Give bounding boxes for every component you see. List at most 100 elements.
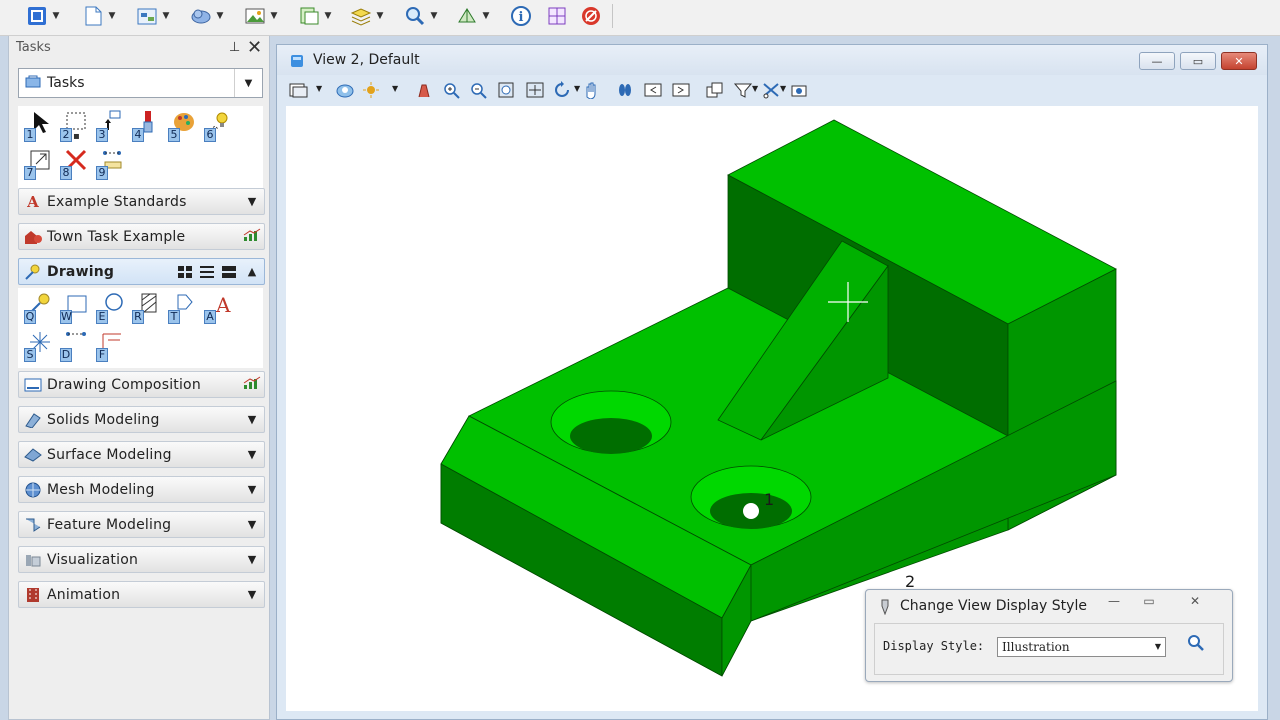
file-button[interactable]: ▼ [80, 2, 118, 30]
display-style-button[interactable] [334, 79, 356, 101]
chevron-down-icon[interactable]: ▼ [1155, 638, 1161, 656]
dialog-minimize-button[interactable]: — [1101, 594, 1127, 612]
window-area-button[interactable] [496, 79, 518, 101]
place-line-tool[interactable]: W [58, 290, 92, 324]
rotate-view-button[interactable] [552, 79, 574, 101]
fillet-tool[interactable]: F [94, 328, 128, 362]
chevron-down-icon[interactable]: ▼ [160, 11, 172, 21]
references-button[interactable]: ▼ [296, 2, 334, 30]
chevron-down-icon[interactable]: ▼ [428, 11, 440, 21]
shortcut-key: R [132, 310, 144, 324]
chevron-down-icon[interactable]: ▼ [316, 84, 322, 93]
pan-view-button[interactable] [580, 79, 602, 101]
detail-view-icon[interactable] [218, 265, 240, 279]
dialog-close-button[interactable]: ✕ [1182, 594, 1208, 612]
cancel-button[interactable] [578, 2, 604, 30]
scale-tool[interactable]: 7 [22, 146, 56, 180]
dimension-tool[interactable]: D [58, 328, 92, 362]
tasks-dropdown[interactable]: Tasks ▼ [18, 68, 263, 98]
clip-volume-button[interactable] [760, 79, 782, 101]
analyze-tool[interactable]: 6 [202, 108, 236, 142]
grid-button[interactable] [544, 2, 570, 30]
measure-tool[interactable]: 9 [94, 146, 128, 180]
manipulate-tool[interactable]: 3 [94, 108, 128, 142]
patterning-tool[interactable]: R [130, 290, 164, 324]
view-title-bar[interactable]: View 2, Default — ▭ ✕ [277, 45, 1267, 75]
task-row-drawing[interactable]: Drawing ▲ [18, 258, 265, 285]
walk-button[interactable] [614, 79, 636, 101]
task-row-town-task-example[interactable]: Town Task Example [18, 223, 265, 250]
place-circle-tool[interactable]: E [94, 290, 128, 324]
flyout-chart-icon[interactable] [240, 228, 264, 245]
previous-view-button[interactable] [642, 79, 664, 101]
chevron-down-icon[interactable]: ▼ [240, 518, 264, 531]
cell-tool[interactable]: T [166, 290, 200, 324]
chevron-down-icon[interactable]: ▼ [780, 84, 786, 93]
search-icon[interactable] [1187, 634, 1205, 656]
chevron-down-icon[interactable]: ▼ [240, 195, 264, 208]
models-button[interactable]: ▼ [134, 2, 172, 30]
dialog-maximize-button[interactable]: ▭ [1136, 594, 1162, 612]
task-row-visualization[interactable]: Visualization ▼ [18, 546, 265, 573]
info-button[interactable]: i [508, 2, 534, 30]
chevron-down-icon[interactable]: ▼ [240, 588, 264, 601]
chevron-down-icon[interactable]: ▼ [240, 448, 264, 461]
cloud-button[interactable]: ▼ [188, 2, 226, 30]
display-button[interactable]: ▼ [454, 2, 492, 30]
view-display-button[interactable] [732, 79, 754, 101]
chevron-down-icon[interactable]: ▼ [50, 11, 62, 21]
text-tool[interactable]: A A [202, 290, 236, 324]
lighting-button[interactable] [360, 79, 382, 101]
icon-view-icon[interactable] [174, 265, 196, 279]
chevron-down-icon[interactable]: ▼ [752, 84, 758, 93]
chevron-down-icon[interactable]: ▼ [234, 69, 262, 97]
levels-button[interactable]: ▼ [348, 2, 386, 30]
palette-tool[interactable]: 5 [166, 108, 200, 142]
copy-view-button[interactable] [704, 79, 726, 101]
element-selection-tool[interactable]: 1 [22, 108, 56, 142]
spin-tool[interactable]: S [22, 328, 56, 362]
display-style-select[interactable]: Illustration ▼ [997, 637, 1166, 657]
maximize-button[interactable]: ▭ [1180, 52, 1216, 70]
task-row-solids-modeling[interactable]: Solids Modeling ▼ [18, 406, 265, 433]
chevron-down-icon[interactable]: ▼ [214, 11, 226, 21]
chevron-down-icon[interactable]: ▼ [240, 413, 264, 426]
list-view-icon[interactable] [196, 265, 218, 279]
tasks-panel: Tasks ⊥ ✕ Tasks ▼ 1 2 ▪ 3 4 5 6 7 8 9 A … [8, 36, 270, 720]
minimize-button[interactable]: — [1139, 52, 1175, 70]
change-attributes-tool[interactable]: 4 [130, 108, 164, 142]
task-row-feature-modeling[interactable]: Feature Modeling ▼ [18, 511, 265, 538]
task-row-mesh-modeling[interactable]: Mesh Modeling ▼ [18, 476, 265, 503]
update-view-button[interactable] [414, 79, 436, 101]
fit-view-button[interactable] [524, 79, 546, 101]
chevron-down-icon[interactable]: ▼ [268, 11, 280, 21]
task-row-surface-modeling[interactable]: Surface Modeling ▼ [18, 441, 265, 468]
next-view-button[interactable] [670, 79, 692, 101]
analyze-button[interactable]: ▼ [402, 2, 440, 30]
chevron-down-icon[interactable]: ▼ [480, 11, 492, 21]
close-button[interactable]: ✕ [1221, 52, 1257, 70]
levels-icon [348, 3, 374, 29]
zoom-out-button[interactable] [468, 79, 490, 101]
view-window-button[interactable]: ▼ [24, 2, 62, 30]
flyout-chart-icon[interactable] [240, 376, 264, 393]
chevron-up-icon[interactable]: ▲ [240, 265, 264, 278]
camera-button[interactable] [788, 79, 810, 101]
fence-tool[interactable]: 2 ▪ [58, 108, 92, 142]
zoom-in-button[interactable] [441, 79, 463, 101]
chevron-down-icon[interactable]: ▼ [374, 11, 386, 21]
raster-button[interactable]: ▼ [242, 2, 280, 30]
chevron-down-icon[interactable]: ▼ [106, 11, 118, 21]
chevron-down-icon[interactable]: ▼ [392, 84, 398, 93]
chevron-down-icon[interactable]: ▼ [240, 483, 264, 496]
chevron-down-icon[interactable]: ▼ [322, 11, 334, 21]
chevron-down-icon[interactable]: ▼ [240, 553, 264, 566]
task-row-animation[interactable]: Animation ▼ [18, 581, 265, 608]
pin-icon[interactable]: ⊥ [229, 40, 240, 55]
place-smartline-tool[interactable]: Q [22, 290, 56, 324]
task-row-drawing-composition[interactable]: Drawing Composition [18, 371, 265, 398]
delete-tool[interactable]: 8 [58, 146, 92, 180]
view-attributes-button[interactable] [288, 79, 310, 101]
close-icon[interactable]: ✕ [247, 37, 262, 58]
task-row-example-standards[interactable]: A Example Standards ▼ [18, 188, 265, 215]
